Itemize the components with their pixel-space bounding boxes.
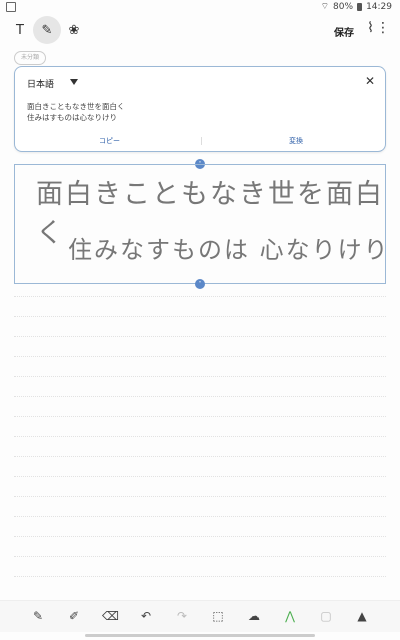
eraser-icon[interactable]: ⌫ (102, 609, 119, 623)
text-mode-icon[interactable]: T (6, 16, 34, 44)
status-bar: ⌔ 80% 14:29 (0, 0, 400, 14)
bottom-toolbar: ✎ ✐ ⌫ ↶ ↷ ⬚ ☁ ⋀ ▢ ▲ (0, 600, 400, 633)
converted-line-1: 面白きこともなき世を面白く (27, 102, 125, 111)
category-tag[interactable]: 未分類 (14, 51, 47, 65)
pen-mode-icon[interactable]: ✎ (33, 16, 61, 44)
gesture-pill[interactable] (85, 634, 315, 637)
close-icon[interactable]: ✕ (365, 74, 375, 88)
palette-icon[interactable]: ❀ (60, 16, 88, 44)
attach-icon[interactable]: ⌇ (367, 20, 374, 36)
converted-line-2: 住みはすものは心なりけり (27, 113, 117, 122)
save-button[interactable]: 保存 (334, 24, 354, 39)
redo-icon[interactable]: ↷ (174, 609, 190, 623)
handwriting-line-2: 住みなすものは 心なりけり (68, 236, 390, 264)
gesture-bar (0, 632, 400, 640)
undo-icon[interactable]: ↶ (138, 609, 154, 623)
clock: 14:29 (366, 1, 392, 12)
copy-button[interactable]: コピー (99, 136, 120, 146)
top-toolbar: T ✎ ❀ 保存 ⌇ ⋮ (0, 14, 400, 46)
convert-button[interactable]: 変換 (289, 136, 303, 146)
action-divider (201, 137, 202, 145)
dropdown-arrow-icon[interactable] (70, 79, 78, 85)
pen-tool-icon[interactable]: ✎ (30, 609, 46, 623)
selection-handle-bottom[interactable]: ˅ (195, 279, 205, 289)
shapes-icon[interactable]: ▲ (354, 609, 370, 623)
battery-text: 80% (333, 1, 354, 12)
wifi-icon: ⌔ (320, 2, 330, 12)
status-right: ⌔ 80% 14:29 (320, 1, 392, 13)
shape-recognition-icon[interactable]: ⋀ (282, 609, 298, 623)
lasso-icon[interactable]: ☁ (246, 609, 262, 623)
image-icon[interactable]: ▢ (318, 609, 334, 623)
conversion-panel: 日本語 ✕ 面白きこともなき世を面白く 住みはすものは心なりけり コピー 変換 (14, 66, 386, 152)
battery-icon (357, 2, 363, 11)
language-select[interactable]: 日本語 (27, 77, 54, 90)
text-box-icon[interactable]: ⬚ (210, 609, 226, 623)
more-options-icon[interactable]: ⋮ (376, 20, 390, 36)
highlighter-icon[interactable]: ✐ (66, 609, 82, 623)
gallery-icon (6, 2, 16, 12)
